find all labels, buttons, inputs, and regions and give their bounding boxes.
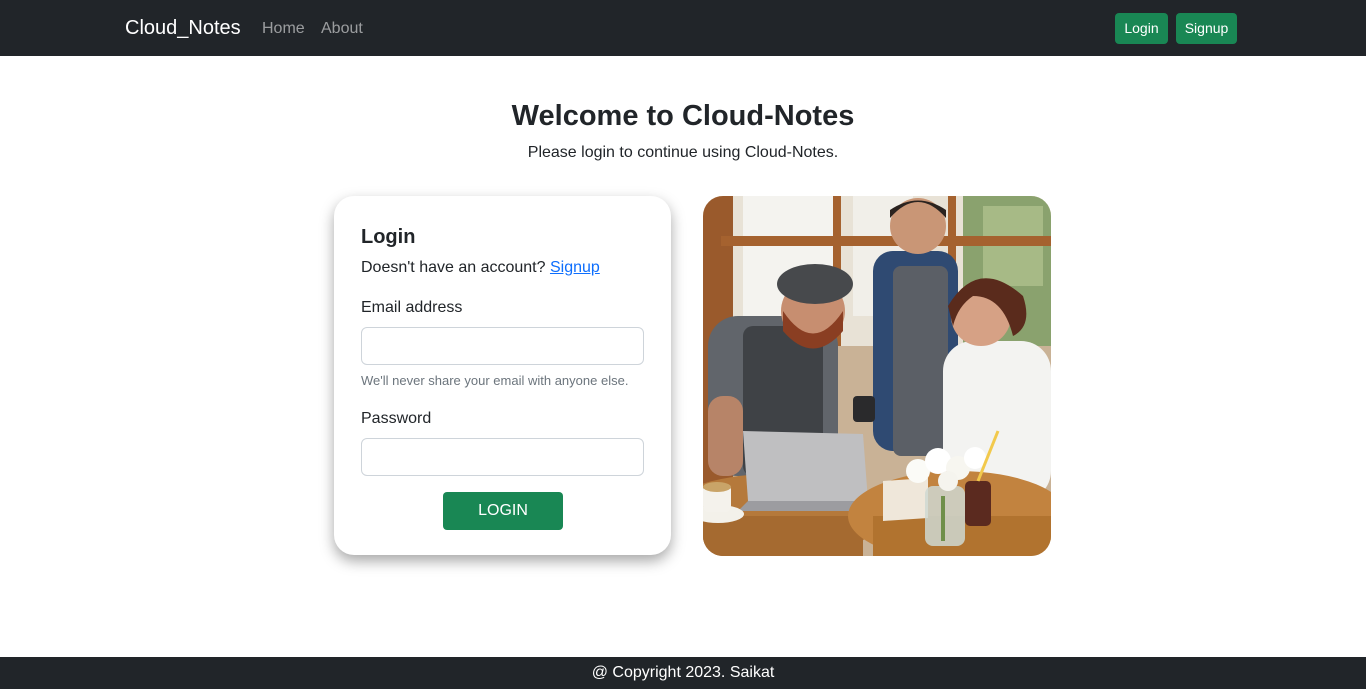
hero-image [703,196,1051,556]
navbar-signup-button[interactable]: Signup [1176,13,1237,44]
navbar: Cloud_Notes Home About Login Signup [0,0,1366,56]
nav-link-about[interactable]: About [321,19,363,39]
email-help-text: We'll never share your email with anyone… [361,373,629,388]
login-submit-button[interactable]: LOGIN [443,492,563,530]
signup-link[interactable]: Signup [550,259,600,276]
signup-prompt-text: Doesn't have an account? [361,259,546,276]
footer: @ Copyright 2023. Saikat [0,657,1366,689]
password-field[interactable] [361,438,644,476]
page-title: Welcome to Cloud-Notes [511,100,855,132]
email-label: Email address [361,299,463,316]
login-card: Login Doesn't have an account? Signup Em… [334,196,671,555]
login-card-title: Login [361,226,416,248]
nav-link-home[interactable]: Home [262,19,305,39]
brand-link[interactable]: Cloud_Notes [125,16,241,40]
signup-prompt: Doesn't have an account? Signup [361,258,600,278]
email-field[interactable] [361,327,644,365]
cafe-people-illustration [703,196,1051,556]
password-label: Password [361,410,432,427]
navbar-login-button[interactable]: Login [1115,13,1168,44]
page-subtitle: Please login to continue using Cloud-Not… [527,144,839,161]
